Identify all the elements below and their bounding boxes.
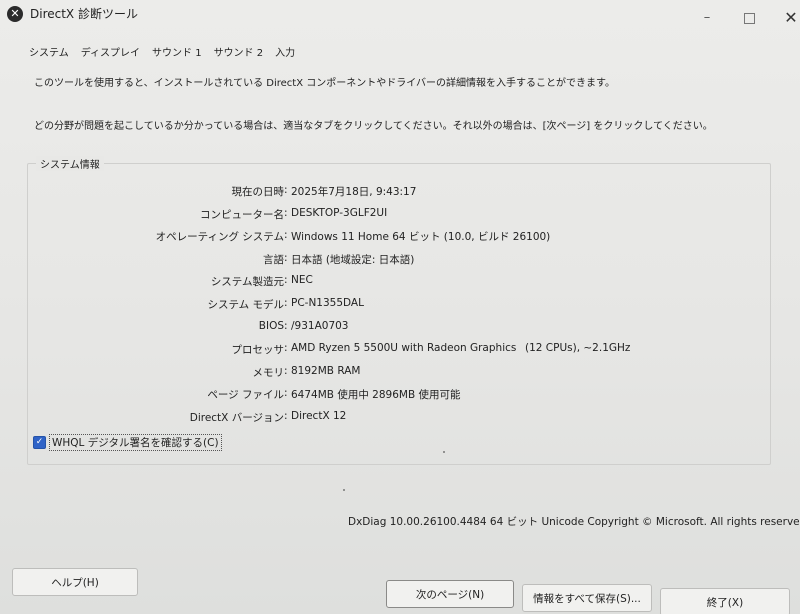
info-separator: : (284, 365, 288, 377)
info-value: Windows 11 Home 64 ビット (10.0, ビルド 26100) (291, 231, 551, 243)
version-copyright-text: DxDiag 10.00.26100.4484 64 ビット Unicode C… (348, 516, 800, 528)
info-value: 日本語 (地域設定: 日本語) (291, 254, 415, 266)
title-bar[interactable]: ✕ DirectX 診断ツール – ✕ (0, 0, 800, 34)
whql-checkbox[interactable]: ✓ (33, 435, 46, 449)
info-separator: : (284, 320, 288, 332)
info-row-label: システム モデル (0, 297, 284, 313)
info-separator: : (284, 184, 288, 196)
screen-speck (343, 489, 345, 491)
info-value: /931A0703 (291, 320, 349, 332)
info-value: 8192MB RAM (291, 365, 361, 377)
intro-text-2: どの分野が問題を起こしているか分かっている場合は、適当なタブをクリックしてくださ… (34, 121, 713, 132)
info-row-label: システム製造元 (0, 274, 284, 290)
info-label: システム モデル (207, 299, 284, 311)
tab-input[interactable]: 入力 (275, 44, 295, 60)
info-label: プロセッサ (231, 344, 285, 356)
info-separator: : (284, 229, 288, 241)
info-value: 6474MB 使用中 2896MB 使用可能 (291, 389, 461, 401)
info-label: ページ ファイル (207, 389, 284, 401)
close-button[interactable]: ✕ (776, 8, 800, 28)
info-row-label: 現在の日時 (0, 184, 285, 200)
tab-sound-2[interactable]: サウンド 2 (214, 44, 264, 60)
info-value: PC-N1355DAL (291, 297, 364, 309)
info-value: AMD Ryzen 5 5500U with Radeon Graphics (291, 342, 517, 354)
info-label: DirectX バージョン (189, 412, 284, 424)
info-separator: : (284, 297, 288, 309)
dxdiag-window: ✕ DirectX 診断ツール – ✕ システム ディスプレイ サウンド 1 サ… (0, 0, 800, 614)
maximize-icon (743, 13, 755, 24)
info-row-label: オペレーティング システム (0, 229, 284, 245)
info-label: 現在の日時 (231, 186, 285, 198)
tab-display[interactable]: ディスプレイ (81, 44, 140, 60)
info-row-label: コンピューター名 (0, 207, 284, 223)
info-row-label: BIOS (0, 320, 284, 336)
help-button[interactable]: ヘルプ(H) (12, 568, 138, 596)
info-label: 言語 (263, 254, 284, 266)
intro-text-1: このツールを使用すると、インストールされている DirectX コンポーネントや… (34, 78, 616, 89)
info-separator: : (284, 410, 288, 422)
exit-button[interactable]: 終了(X) (660, 588, 790, 614)
info-row-label: プロセッサ (0, 342, 285, 358)
save-all-info-button[interactable]: 情報をすべて保存(S)... (522, 584, 652, 612)
info-row-label: メモリ (0, 365, 285, 381)
tab-system[interactable]: システム (29, 44, 69, 60)
whql-checkbox-label[interactable]: WHQL デジタル署名を確認する(C) (49, 433, 222, 451)
whql-checkbox-row[interactable]: ✓ WHQL デジタル署名を確認する(C) (33, 433, 222, 451)
tab-strip: システム ディスプレイ サウンド 1 サウンド 2 入力 (29, 44, 307, 60)
next-page-button[interactable]: 次のページ(N) (386, 580, 514, 608)
info-label: BIOS (258, 320, 284, 332)
info-label: メモリ (252, 367, 285, 379)
info-separator: : (284, 274, 288, 286)
tab-sound-1[interactable]: サウンド 1 (152, 44, 202, 60)
screen-speck (443, 451, 445, 453)
info-value-extra: (12 CPUs), ~2.1GHz (525, 342, 631, 354)
info-label: コンピューター名 (200, 209, 284, 221)
window-title: DirectX 診断ツール (30, 7, 138, 21)
info-row-label: 言語 (0, 252, 284, 268)
minimize-button[interactable]: – (692, 8, 722, 28)
info-label: オペレーティング システム (155, 231, 284, 243)
info-separator: : (284, 207, 288, 219)
info-value: 2025年7月18日, 9:43:17 (291, 186, 417, 198)
info-value: DESKTOP-3GLF2UI (291, 207, 388, 219)
info-row-label: DirectX バージョン (0, 410, 284, 426)
system-info-group-title: システム情報 (36, 156, 104, 171)
directx-app-icon: ✕ (7, 6, 23, 22)
info-separator: : (284, 387, 288, 399)
info-value: NEC (291, 274, 313, 286)
info-separator: : (284, 252, 288, 264)
info-row-label: ページ ファイル (0, 387, 284, 403)
info-value: DirectX 12 (291, 410, 347, 422)
info-separator: : (284, 342, 288, 354)
maximize-button[interactable] (734, 8, 764, 28)
info-label: システム製造元 (210, 276, 284, 288)
